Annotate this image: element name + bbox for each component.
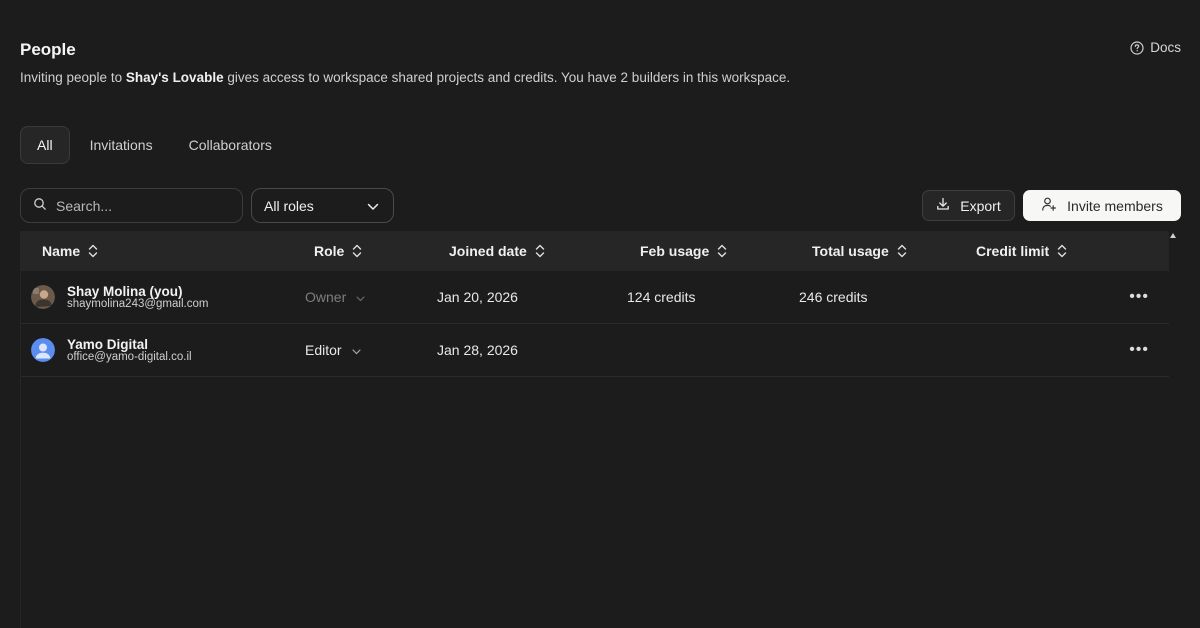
column-label-joined-date: Joined date: [449, 243, 527, 259]
role-filter-select[interactable]: All roles: [251, 188, 394, 223]
sort-icon: [717, 243, 727, 259]
tab-collaborators[interactable]: Collaborators: [173, 126, 288, 164]
table-row: Shay Molina (you) shaymolina243@gmail.co…: [21, 271, 1169, 324]
chevron-down-icon: [356, 289, 365, 305]
column-header-total-usage[interactable]: Total usage: [812, 231, 907, 271]
user-name: Yamo Digital: [67, 336, 149, 352]
user-plus-icon: [1041, 196, 1057, 215]
column-label-role: Role: [314, 243, 345, 259]
user-name: Shay Molina (you): [67, 283, 183, 299]
search-icon: [33, 197, 47, 214]
table-row: Yamo Digital office@yamo-digital.co.il E…: [21, 324, 1169, 377]
column-label-name: Name: [42, 243, 81, 259]
export-button[interactable]: Export: [922, 190, 1015, 221]
search-box[interactable]: [20, 188, 243, 223]
sort-icon: [352, 243, 362, 259]
invite-members-button[interactable]: Invite members: [1023, 190, 1181, 221]
help-circle-icon: [1130, 40, 1144, 55]
avatar: [31, 338, 55, 362]
column-header-name[interactable]: Name: [42, 231, 98, 271]
user-cell: Yamo Digital office@yamo-digital.co.il: [31, 324, 192, 376]
chevron-down-icon: [351, 342, 361, 358]
export-label: Export: [960, 197, 1001, 214]
role-filter-value: All roles: [264, 197, 314, 214]
docs-label: Docs: [1150, 40, 1181, 55]
docs-link[interactable]: Docs: [1130, 40, 1181, 55]
subtitle-prefix: Inviting people to: [20, 70, 126, 85]
joined-date: Jan 28, 2026: [437, 342, 518, 358]
column-header-role[interactable]: Role: [314, 231, 362, 271]
people-table: Name Role Joined date Feb usage Total us…: [20, 231, 1169, 628]
user-info: Yamo Digital office@yamo-digital.co.il: [67, 336, 192, 363]
total-usage: 246 credits: [799, 289, 868, 305]
more-horizontal-icon[interactable]: •••: [1129, 324, 1149, 376]
column-header-credit-limit[interactable]: Credit limit: [976, 231, 1067, 271]
sort-icon: [535, 243, 545, 259]
role-select[interactable]: Editor: [305, 324, 361, 376]
sort-icon: [1057, 243, 1067, 259]
search-input[interactable]: [56, 197, 226, 214]
chevron-down-icon: [367, 198, 379, 214]
more-horizontal-icon[interactable]: •••: [1129, 271, 1149, 323]
user-email: shaymolina243@gmail.com: [67, 297, 209, 310]
invite-members-label: Invite members: [1067, 197, 1163, 214]
sort-icon: [88, 243, 98, 259]
role-select[interactable]: Owner: [305, 271, 365, 323]
page-title: People: [20, 40, 76, 59]
page-subtitle: Inviting people to Shay's Lovable gives …: [20, 70, 790, 85]
table-header: Name Role Joined date Feb usage Total us…: [21, 231, 1169, 271]
column-label-credit-limit: Credit limit: [976, 243, 1050, 259]
role-value: Owner: [305, 289, 347, 305]
user-email: office@yamo-digital.co.il: [67, 350, 192, 363]
column-header-feb-usage[interactable]: Feb usage: [640, 231, 727, 271]
avatar: [31, 285, 55, 309]
scroll-up-arrow-icon[interactable]: [1170, 233, 1176, 238]
joined-date: Jan 20, 2026: [437, 289, 518, 305]
tab-all[interactable]: All: [20, 126, 70, 164]
sort-icon: [897, 243, 907, 259]
tab-bar: All Invitations Collaborators: [20, 126, 292, 164]
feb-usage: 124 credits: [627, 289, 696, 305]
workspace-name: Shay's Lovable: [125, 70, 224, 85]
download-icon: [936, 197, 950, 214]
role-value: Editor: [305, 342, 342, 358]
user-info: Shay Molina (you) shaymolina243@gmail.co…: [67, 283, 209, 310]
tab-invitations[interactable]: Invitations: [74, 126, 169, 164]
subtitle-suffix: gives access to workspace shared project…: [223, 70, 791, 85]
column-label-feb-usage: Feb usage: [640, 243, 710, 259]
column-label-total-usage: Total usage: [812, 243, 889, 259]
column-header-joined-date[interactable]: Joined date: [449, 231, 545, 271]
user-cell: Shay Molina (you) shaymolina243@gmail.co…: [31, 271, 208, 323]
